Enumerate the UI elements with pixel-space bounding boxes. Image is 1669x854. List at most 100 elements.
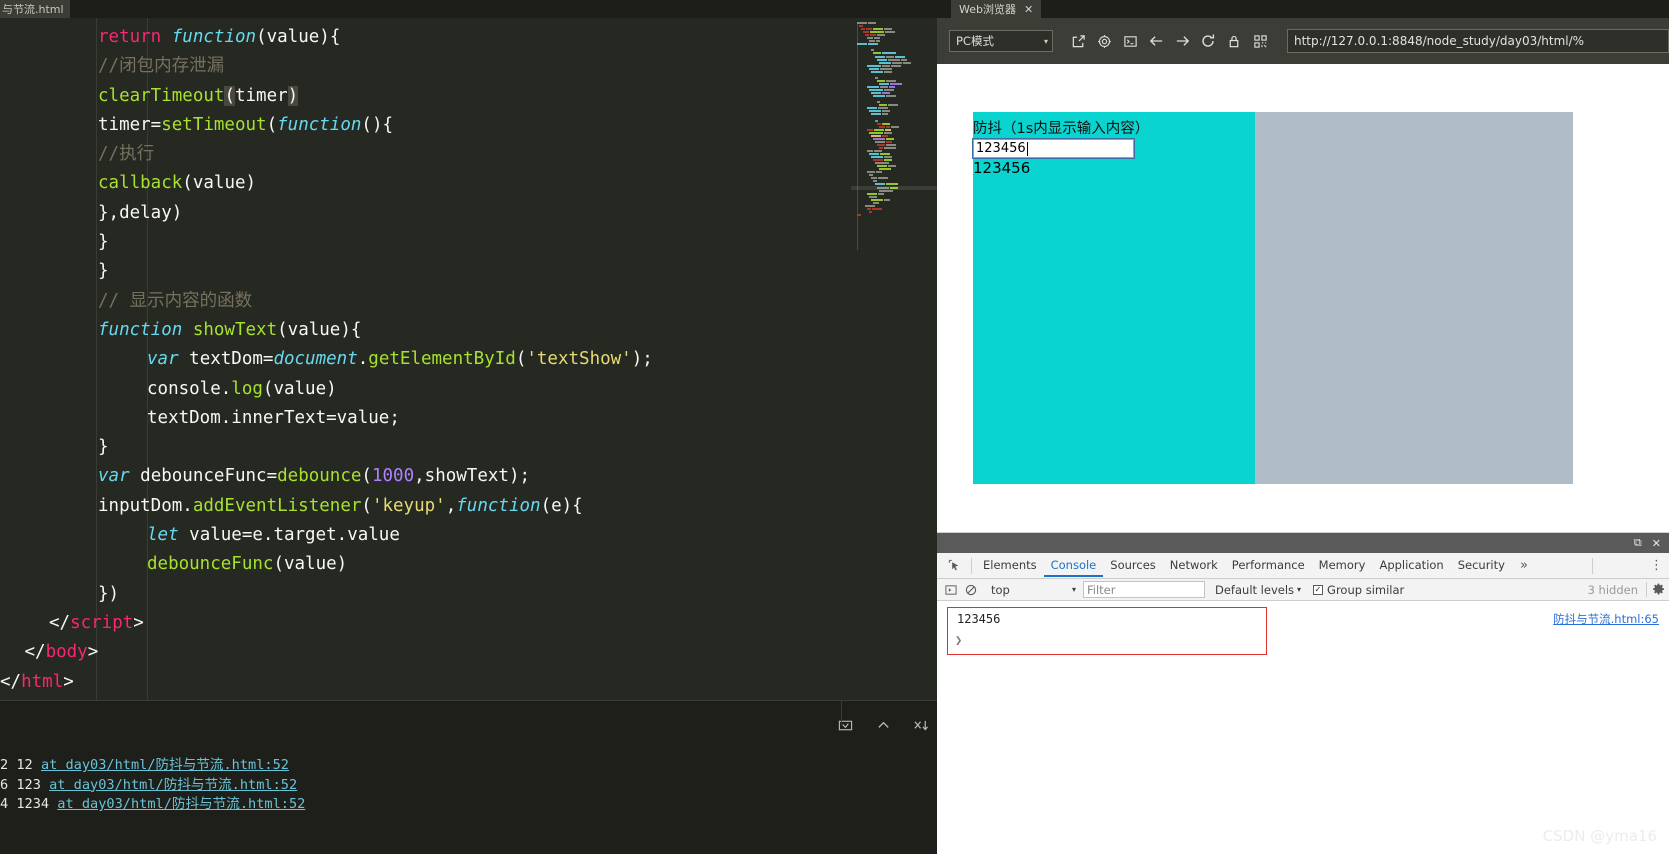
debounce-text-input[interactable]: 123456 (972, 138, 1135, 159)
debounce-output-text: 123456 (973, 159, 1031, 177)
chevron-down-icon: ▾ (1297, 585, 1302, 594)
editor-minimap[interactable] (851, 18, 937, 700)
forward-arrow-icon[interactable] (1169, 28, 1195, 54)
ide-tab-bar: 与节流.html (0, 0, 937, 18)
code-line: </script> (49, 612, 144, 633)
browser-tab[interactable]: Web浏览器 ✕ (951, 0, 1042, 18)
url-input[interactable]: http://127.0.0.1:8848/node_study/day03/h… (1287, 29, 1669, 53)
console-row-index: 2 (0, 757, 17, 773)
page-viewport: 防抖（1s内显示输入内容） 123456 123456 (937, 64, 1669, 532)
console-row-link[interactable]: at day03/html/防抖与节流.html:52 (49, 777, 297, 793)
devtools-tab-elements[interactable]: Elements (976, 554, 1044, 577)
devtools-tab-performance[interactable]: Performance (1225, 554, 1312, 577)
chevron-down-icon: ▾ (1071, 585, 1076, 594)
export-icon[interactable] (835, 715, 855, 735)
page-teal-block: 防抖（1s内显示输入内容） 123456 123456 (972, 112, 1255, 484)
code-line: let value=e.target.value (147, 525, 400, 546)
console-row-link[interactable]: at day03/html/防抖与节流.html:52 (57, 796, 305, 812)
ide-console-row[interactable]: 2 12 at day03/html/防抖与节流.html:52 (0, 756, 937, 776)
console-row-index: 4 (0, 796, 17, 812)
code-line: return function(value){ (98, 27, 341, 47)
ide-console-row[interactable]: 6 123 at day03/html/防抖与节流.html:52 (0, 776, 937, 796)
reload-icon[interactable] (1195, 28, 1221, 54)
code-line: }) (98, 583, 120, 604)
console-context-select[interactable]: top ▾ (987, 581, 1079, 598)
back-arrow-icon[interactable] (1143, 28, 1169, 54)
code-line: var debounceFunc=debounce(1000,showText)… (98, 466, 531, 487)
code-line: callback(value) (98, 173, 257, 194)
ide-bottom-divider (841, 700, 842, 725)
code-line: timer=setTimeout(function(){ (98, 114, 394, 135)
toolbar-divider (971, 557, 972, 574)
code-line: } (98, 437, 109, 458)
log-levels-label: Default levels (1215, 582, 1295, 597)
browser-toolbar: PC模式 ▾ http://127.0.0.1:8848/node_study/… (937, 18, 1669, 64)
code-line: console.log(value) (147, 378, 337, 399)
devtools-tab-sources[interactable]: Sources (1103, 554, 1163, 577)
console-filter-input[interactable]: Filter (1083, 581, 1205, 598)
close-icon[interactable]: ✕ (1024, 1, 1033, 18)
devtools-tab-network[interactable]: Network (1163, 554, 1225, 577)
devtools-titlebar: ⧉ ✕ (937, 533, 1669, 553)
ide-bottom-panel: 2 12 at day03/html/防抖与节流.html:52 6 123 at… (0, 700, 937, 854)
code-line: </body> (24, 642, 99, 663)
clear-all-icon[interactable] (911, 715, 931, 735)
device-mode-value: PC模式 (956, 34, 994, 48)
minimap-line (857, 213, 912, 217)
console-row-link[interactable]: at day03/html/防抖与节流.html:52 (41, 757, 289, 773)
console-settings-gear-icon[interactable] (1647, 583, 1669, 596)
dock-side-icon[interactable]: ⧉ (1634, 536, 1642, 550)
console-icon[interactable] (1117, 28, 1143, 54)
code-line: textDom.innerText=value; (147, 407, 400, 428)
hidden-messages-count: 3 hidden (1587, 582, 1638, 597)
devtools-menu-icon[interactable]: ⋮ (1650, 558, 1663, 573)
clear-console-icon[interactable] (961, 580, 981, 600)
code-line: },delay) (98, 202, 183, 223)
console-prompt-icon[interactable]: ❯ (955, 633, 962, 647)
ide-bottom-toolbar (835, 715, 931, 735)
console-source-link[interactable]: 防抖与节流.html:65 (1553, 611, 1659, 627)
console-message-list[interactable]: 123456 防抖与节流.html:65 ❯ CSDN @yma16 (937, 601, 1669, 854)
settings-gear-icon[interactable] (1091, 28, 1117, 54)
devtools-tab-bar: Elements Console Sources Network Performance… (937, 553, 1669, 579)
checkbox-check-icon: ✓ (1313, 584, 1324, 595)
devtools-panel: ⧉ ✕ Elements Console Sources Network Perform… (937, 532, 1669, 854)
watermark-text: CSDN @yma16 (1542, 827, 1657, 845)
console-message: 123456 (957, 612, 1001, 626)
qrcode-icon[interactable] (1247, 28, 1273, 54)
more-tabs-icon[interactable]: » (1512, 558, 1536, 573)
app-root: 与节流.html return function(value){//闭包内存泄漏… (0, 0, 1669, 854)
devtools-tabs: Elements Console Sources Network Performance… (976, 554, 1512, 577)
group-similar-checkbox[interactable]: ✓ Group similar (1313, 583, 1404, 597)
browser-tab-label: Web浏览器 (959, 2, 1016, 16)
group-similar-label: Group similar (1327, 582, 1405, 597)
open-external-icon[interactable] (1065, 28, 1091, 54)
chevron-up-icon[interactable] (873, 715, 893, 735)
lock-icon[interactable] (1221, 28, 1247, 54)
ide-panel: 与节流.html return function(value){//闭包内存泄漏… (0, 0, 937, 854)
console-context-value: top (991, 582, 1010, 597)
console-log-levels-select[interactable]: Default levels ▾ (1215, 583, 1301, 597)
page-body: 防抖（1s内显示输入内容） 123456 123456 (972, 112, 1573, 484)
ide-editor-tab[interactable]: 与节流.html (0, 0, 70, 18)
device-mode-select[interactable]: PC模式 ▾ (949, 30, 1053, 52)
console-filter-bar: top ▾ Filter Default levels ▾ ✓ Group si… (937, 579, 1669, 601)
code-line: debounceFunc(value) (147, 554, 348, 575)
code-line: } (98, 261, 109, 282)
minimap-viewport-slider[interactable] (851, 186, 937, 190)
code-line: var textDom=document.getElementById('tex… (147, 349, 653, 370)
chevron-down-icon: ▾ (1043, 36, 1048, 46)
devtools-tab-console[interactable]: Console (1043, 554, 1104, 577)
code-editor[interactable]: return function(value){//闭包内存泄漏 clearTime… (0, 18, 851, 700)
close-icon[interactable]: ✕ (1652, 537, 1661, 550)
execute-sidebar-icon[interactable] (941, 580, 961, 600)
inspect-element-icon[interactable] (941, 554, 967, 578)
devtools-tab-memory[interactable]: Memory (1312, 554, 1373, 577)
ide-console-output: 2 12 at day03/html/防抖与节流.html:52 6 123 at… (0, 756, 937, 815)
devtools-tab-security[interactable]: Security (1451, 554, 1512, 577)
devtools-tab-application[interactable]: Application (1372, 554, 1450, 577)
console-row-value: 12 (16, 757, 41, 773)
text-caret (1026, 141, 1028, 156)
ide-console-row[interactable]: 4 1234 at day03/html/防抖与节流.html:52 (0, 795, 937, 815)
code-line: // 显示内容的函数 (98, 290, 253, 311)
